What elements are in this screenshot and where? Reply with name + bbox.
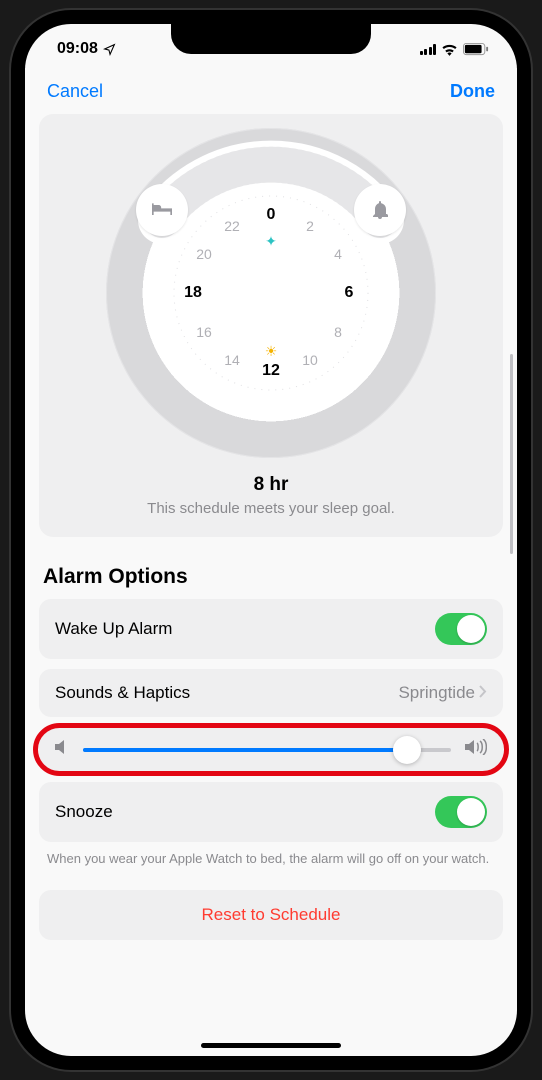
hour-22: 22: [224, 218, 240, 234]
volume-slider[interactable]: [83, 748, 451, 752]
hour-2: 2: [306, 218, 314, 234]
screen: 09:08 Cancel Done: [25, 24, 517, 1056]
scrollbar[interactable]: [510, 354, 513, 554]
night-icon: ✦: [265, 233, 277, 250]
wake-up-alarm-toggle[interactable]: [435, 613, 487, 645]
status-time: 09:08: [57, 40, 98, 58]
battery-icon: [463, 43, 489, 56]
wake-up-alarm-label: Wake Up Alarm: [55, 619, 172, 639]
volume-low-icon: [55, 739, 69, 760]
watch-footnote: When you wear your Apple Watch to bed, t…: [39, 842, 503, 868]
nav-bar: Cancel Done: [25, 68, 517, 114]
sounds-haptics-label: Sounds & Haptics: [55, 683, 190, 703]
notch: [171, 24, 371, 54]
sounds-haptics-row[interactable]: Sounds & Haptics Springtide: [39, 669, 503, 717]
snooze-toggle[interactable]: [435, 796, 487, 828]
reset-to-schedule-button[interactable]: Reset to Schedule: [39, 890, 503, 940]
cancel-button[interactable]: Cancel: [47, 81, 103, 102]
hour-0: 0: [267, 206, 276, 224]
phone-frame: 09:08 Cancel Done: [11, 10, 531, 1070]
volume-thumb[interactable]: [393, 736, 421, 764]
reset-label: Reset to Schedule: [202, 905, 341, 924]
wake-handle[interactable]: [354, 184, 406, 236]
sounds-haptics-value: Springtide: [398, 683, 475, 703]
hour-20: 20: [196, 246, 212, 262]
chevron-right-icon: [479, 683, 487, 703]
snooze-label: Snooze: [55, 802, 113, 822]
duration-label: 8 hr: [53, 474, 489, 496]
bedtime-handle[interactable]: [136, 184, 188, 236]
location-icon: [103, 43, 116, 56]
hour-14: 14: [224, 352, 240, 368]
sleep-wheel[interactable]: ✦ ☀ 0 2 4 6 8 10 12 14 16 18 20 22: [106, 128, 436, 458]
hour-8: 8: [334, 324, 342, 340]
alarm-options-group: Wake Up Alarm Sounds & Haptics Springtid…: [39, 599, 503, 842]
snooze-row: Snooze: [39, 782, 503, 842]
cellular-icon: [420, 44, 437, 55]
done-button[interactable]: Done: [450, 81, 495, 102]
wifi-icon: [441, 43, 458, 56]
goal-text: This schedule meets your sleep goal.: [53, 500, 489, 517]
alarm-options-title: Alarm Options: [43, 565, 499, 589]
hour-4: 4: [334, 246, 342, 262]
content-scroll[interactable]: ✦ ☀ 0 2 4 6 8 10 12 14 16 18 20 22 8 hr: [25, 114, 517, 1056]
sleep-wheel-card: ✦ ☀ 0 2 4 6 8 10 12 14 16 18 20 22 8 hr: [39, 114, 503, 537]
hour-16: 16: [196, 324, 212, 340]
volume-high-icon: [465, 739, 487, 760]
hour-12: 12: [262, 362, 280, 380]
wake-up-alarm-row: Wake Up Alarm: [39, 599, 503, 659]
hour-10: 10: [302, 352, 318, 368]
hour-6: 6: [345, 284, 354, 302]
wheel-arc-handle[interactable]: [106, 128, 436, 458]
volume-slider-row: [39, 727, 503, 772]
hour-18: 18: [184, 284, 202, 302]
sun-icon: ☀: [265, 343, 278, 360]
home-indicator[interactable]: [201, 1043, 341, 1048]
